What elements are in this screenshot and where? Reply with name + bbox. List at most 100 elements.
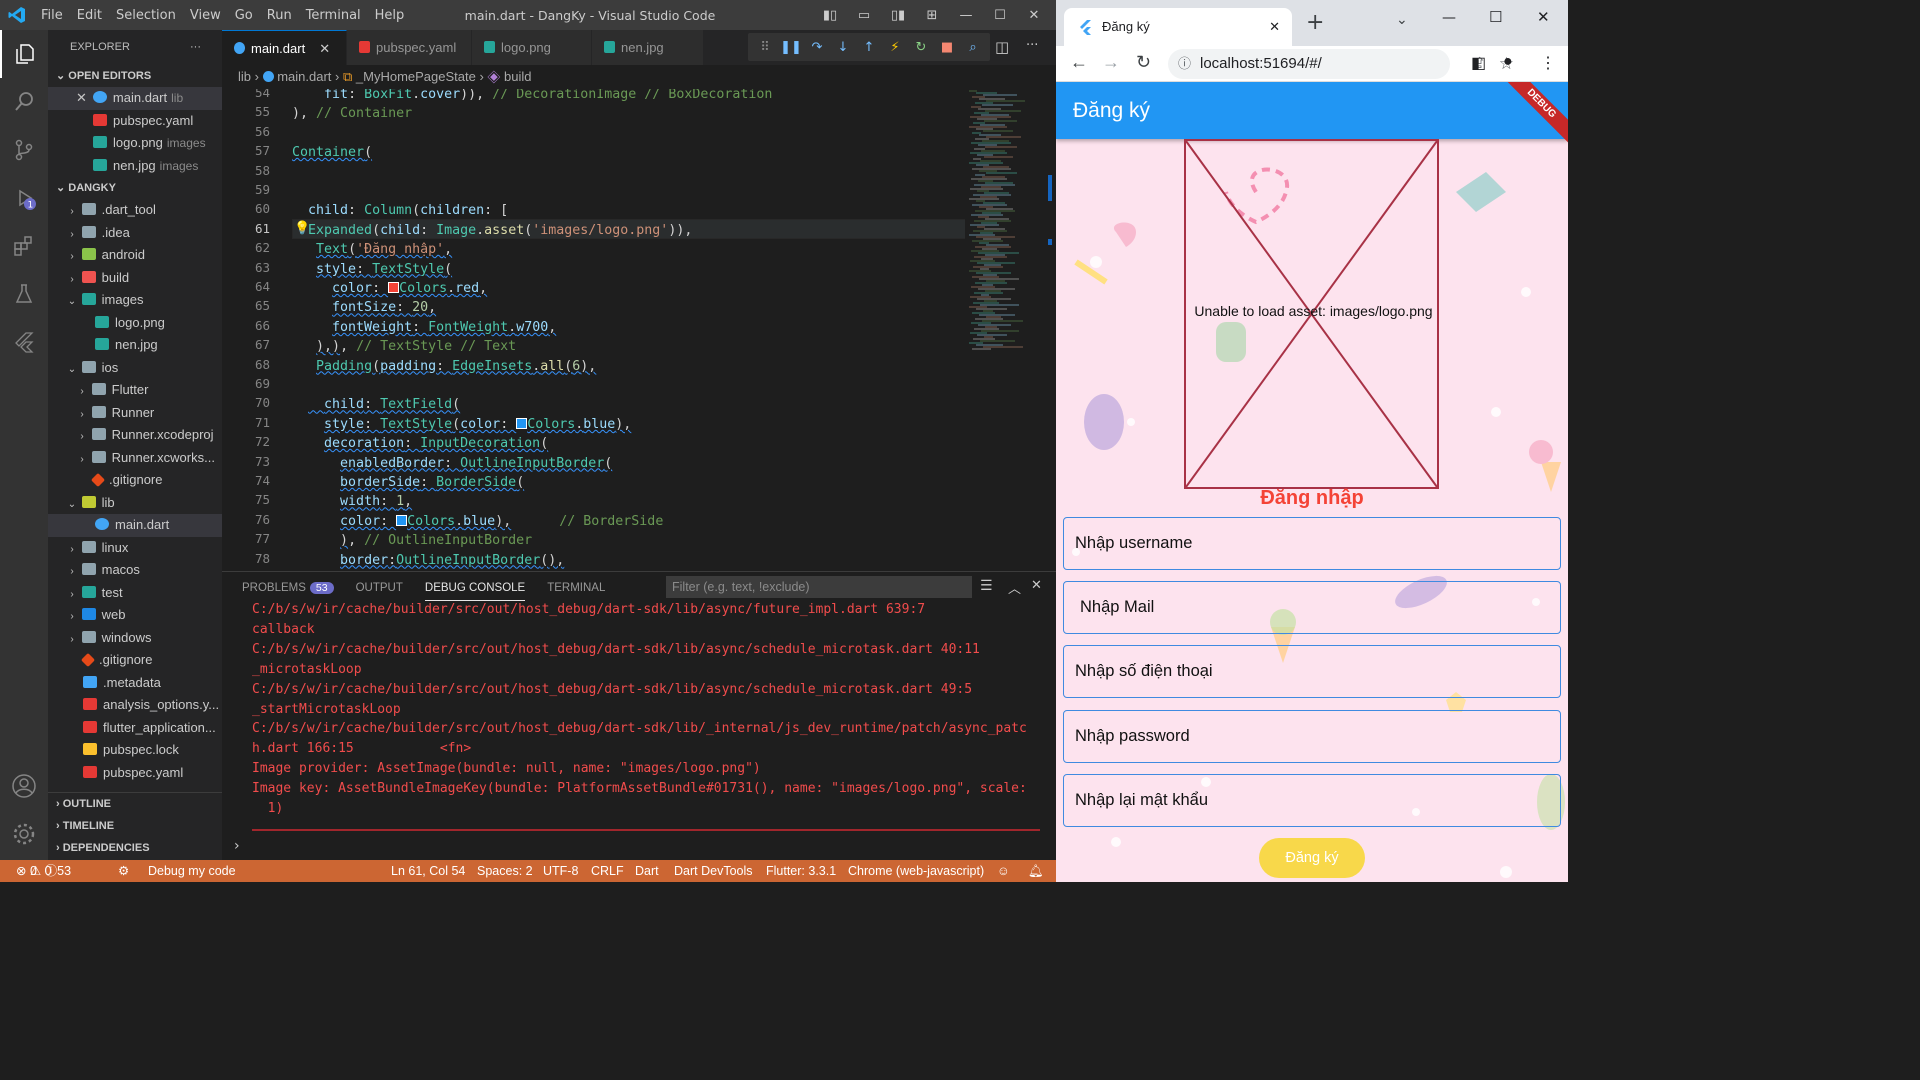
- tree-item[interactable]: › test: [48, 582, 222, 605]
- step-into-icon[interactable]: ↓: [830, 40, 856, 55]
- menu-terminal[interactable]: Terminal: [299, 8, 368, 23]
- tree-item[interactable]: › linux: [48, 537, 222, 560]
- tree-item[interactable]: › Runner.xcodeproj: [48, 424, 222, 447]
- timeline-section[interactable]: › TIMELINE: [48, 815, 222, 837]
- tab-problems[interactable]: PROBLEMS 53: [242, 576, 334, 600]
- testing-icon[interactable]: [0, 270, 48, 318]
- new-tab-icon[interactable]: +: [1306, 10, 1324, 35]
- run-debug-icon[interactable]: 1: [0, 174, 48, 222]
- stop-icon[interactable]: ■: [934, 40, 960, 55]
- tree-item[interactable]: pubspec.lock: [48, 739, 222, 762]
- register-button[interactable]: Đăng ký: [1259, 838, 1365, 878]
- close-panel-icon[interactable]: ✕: [1031, 578, 1042, 593]
- accounts-icon[interactable]: [0, 762, 48, 810]
- tree-item[interactable]: nen.jpg: [48, 334, 222, 357]
- close-icon[interactable]: ✕: [1022, 8, 1046, 23]
- tree-item[interactable]: ⌄ images: [48, 289, 222, 312]
- outline-section[interactable]: › OUTLINE: [48, 793, 222, 815]
- breadcrumb-class[interactable]: _MyHomePageState: [356, 69, 476, 84]
- browser-tab[interactable]: Đăng ký ✕: [1064, 8, 1292, 46]
- tree-item[interactable]: .gitignore: [48, 469, 222, 492]
- close-tab-icon[interactable]: ✕: [319, 41, 330, 56]
- tab-debug-console[interactable]: DEBUG CONSOLE: [424, 576, 526, 601]
- console-filter-input[interactable]: Filter (e.g. text, !exclude): [666, 576, 972, 598]
- tree-item[interactable]: › Runner.xcworks...: [48, 447, 222, 470]
- open-editor-main-dart[interactable]: ✕ main.dart lib: [48, 87, 222, 110]
- flutter-icon[interactable]: [0, 318, 48, 366]
- target-device[interactable]: Chrome (web-javascript): [848, 860, 984, 882]
- tab-output[interactable]: OUTPUT: [356, 576, 403, 600]
- profile-avatar-icon[interactable]: ●: [1503, 53, 1513, 71]
- maximize-panel-icon[interactable]: ︿: [1008, 578, 1021, 597]
- back-icon[interactable]: ←: [1070, 52, 1088, 73]
- indentation[interactable]: Spaces: 2: [477, 860, 533, 882]
- side-panel-icon[interactable]: ◧: [1471, 53, 1486, 73]
- menu-view[interactable]: View: [183, 8, 228, 23]
- tree-item[interactable]: logo.png: [48, 312, 222, 335]
- customize-layout-icon[interactable]: ⊞: [920, 8, 944, 23]
- toggle-sidebar-icon[interactable]: ▮▯: [818, 8, 842, 23]
- drag-handle-icon[interactable]: ⠿: [752, 40, 778, 55]
- tab-pubspec[interactable]: pubspec.yaml: [347, 30, 472, 65]
- source-control-icon[interactable]: [0, 126, 48, 174]
- chrome-menu-icon[interactable]: ⋮: [1540, 53, 1556, 73]
- settings-gear-icon[interactable]: [0, 810, 48, 858]
- tab-logo[interactable]: logo.png: [472, 30, 592, 65]
- menu-file[interactable]: File: [34, 8, 70, 23]
- dependencies-section[interactable]: › DEPENDENCIES: [48, 837, 222, 859]
- menu-edit[interactable]: Edit: [70, 8, 109, 23]
- breadcrumb-lib[interactable]: lib: [238, 69, 251, 84]
- flutter-version[interactable]: Flutter: 3.3.1: [766, 860, 836, 882]
- debug-mode-status[interactable]: Debug my code: [148, 860, 236, 882]
- menu-selection[interactable]: Selection: [109, 8, 183, 23]
- feedback-icon[interactable]: ☺: [997, 860, 1010, 882]
- encoding[interactable]: UTF-8: [543, 860, 578, 882]
- console-prompt-icon[interactable]: ›: [234, 838, 240, 854]
- tree-item[interactable]: analysis_options.y...: [48, 694, 222, 717]
- minimap[interactable]: [965, 89, 1045, 569]
- forward-icon[interactable]: →: [1102, 52, 1120, 73]
- cursor-position[interactable]: Ln 61, Col 54: [391, 860, 465, 882]
- close-window-icon[interactable]: ✕: [1537, 8, 1550, 26]
- pause-icon[interactable]: ❚❚: [778, 40, 804, 55]
- maximize-icon[interactable]: ☐: [1489, 8, 1502, 26]
- open-editor-pubspec[interactable]: pubspec.yaml: [48, 110, 222, 133]
- search-icon[interactable]: [0, 78, 48, 126]
- tree-item[interactable]: .gitignore: [48, 649, 222, 672]
- more-actions-icon[interactable]: ···: [190, 30, 201, 65]
- minimize-icon[interactable]: —: [1442, 10, 1456, 26]
- tab-main-dart[interactable]: main.dart ✕: [222, 30, 347, 65]
- tree-item[interactable]: › Runner: [48, 402, 222, 425]
- language-mode[interactable]: Dart: [635, 860, 659, 882]
- tab-search-icon[interactable]: ⌄: [1396, 12, 1408, 28]
- tab-nen[interactable]: nen.jpg: [592, 30, 704, 65]
- restart-icon[interactable]: ↻: [908, 40, 934, 55]
- menu-go[interactable]: Go: [228, 8, 260, 23]
- tree-item[interactable]: ⌄ ios: [48, 357, 222, 380]
- hot-reload-icon[interactable]: ⚡: [882, 40, 908, 55]
- breadcrumb-file[interactable]: main.dart: [277, 69, 331, 84]
- split-editor-icon[interactable]: ◫: [995, 38, 1009, 56]
- menu-run[interactable]: Run: [260, 8, 299, 23]
- breadcrumb-method[interactable]: build: [504, 69, 531, 84]
- password-field[interactable]: Nhập password: [1063, 710, 1561, 763]
- menu-help[interactable]: Help: [368, 8, 412, 23]
- step-over-icon[interactable]: ↷: [804, 40, 830, 55]
- tree-item[interactable]: › .dart_tool: [48, 199, 222, 222]
- scrollbar[interactable]: [1046, 89, 1056, 569]
- line-ending[interactable]: CRLF: [591, 860, 624, 882]
- address-bar[interactable]: ⓘ localhost:51694/#/ ⇪ ☆: [1168, 49, 1514, 79]
- tree-item[interactable]: .metadata: [48, 672, 222, 695]
- project-section[interactable]: ⌄ DANGKY: [48, 177, 222, 199]
- more-actions-icon[interactable]: ···: [1026, 38, 1038, 53]
- close-editor-icon[interactable]: ✕: [76, 90, 87, 105]
- lightbulb-icon[interactable]: 💡: [294, 221, 310, 236]
- tree-item[interactable]: › Flutter: [48, 379, 222, 402]
- tree-item[interactable]: pubspec.yaml: [48, 762, 222, 785]
- info-icon[interactable]: ⓘ: [1178, 49, 1191, 79]
- tree-item[interactable]: ⌄ lib: [48, 492, 222, 515]
- step-out-icon[interactable]: ↑: [856, 40, 882, 55]
- open-editor-nen[interactable]: nen.jpg images: [48, 155, 222, 178]
- tree-item[interactable]: › windows: [48, 627, 222, 650]
- inspect-widget-icon[interactable]: ⌕: [960, 40, 986, 55]
